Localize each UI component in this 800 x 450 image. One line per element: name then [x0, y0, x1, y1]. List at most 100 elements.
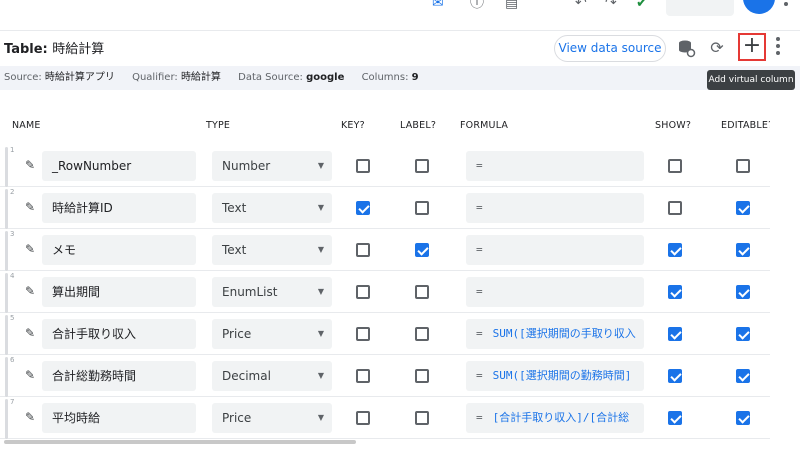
row-drag-handle[interactable] [5, 189, 8, 229]
key-checkbox[interactable] [356, 411, 370, 425]
column-type-select[interactable]: Text ▼ [212, 235, 332, 265]
key-checkbox[interactable] [356, 369, 370, 383]
table-row: 5 ✎ 合計手取り収入 Price ▼ = SUM([選択期間の手取り収入 [0, 313, 770, 355]
row-number: 6 [10, 356, 15, 364]
edit-pencil-icon[interactable]: ✎ [25, 284, 39, 298]
label-checkbox[interactable] [415, 411, 429, 425]
formula-field[interactable]: = [合計手取り収入]/[合計総 [466, 403, 644, 433]
row-drag-handle[interactable] [5, 273, 8, 313]
table-info-bar: Source: 時給計算アプリ Qualifier: 時給計算 Data Sou… [0, 66, 800, 90]
row-drag-handle[interactable] [5, 315, 8, 355]
show-checkbox[interactable] [668, 327, 682, 341]
show-checkbox[interactable] [668, 369, 682, 383]
row-number: 7 [10, 398, 15, 406]
editable-checkbox[interactable] [736, 285, 750, 299]
formula-field[interactable]: = [466, 277, 644, 307]
undo-icon[interactable]: ↶ [575, 0, 591, 10]
column-type-select[interactable]: Price ▼ [212, 403, 332, 433]
key-checkbox[interactable] [356, 285, 370, 299]
horizontal-scrollbar[interactable] [4, 440, 356, 444]
show-checkbox[interactable] [668, 411, 682, 425]
formula-field[interactable]: = [466, 151, 644, 181]
redo-icon[interactable]: ↷ [605, 0, 621, 10]
key-checkbox[interactable] [356, 201, 370, 215]
column-header-editable: EDITABLE? [721, 120, 770, 131]
check-icon[interactable]: ✔ [636, 0, 652, 10]
formula-equals: = [476, 285, 483, 298]
column-header-show: SHOW? [655, 120, 692, 131]
column-name-field[interactable]: 平均時給 [42, 403, 196, 433]
edit-pencil-icon[interactable]: ✎ [25, 242, 39, 256]
columns-value: 9 [411, 72, 419, 83]
key-checkbox[interactable] [356, 159, 370, 173]
edit-pencil-icon[interactable]: ✎ [25, 326, 39, 340]
title-table-name: 時給計算 [52, 42, 105, 57]
row-drag-handle[interactable] [5, 231, 8, 271]
column-type-select[interactable]: Price ▼ [212, 319, 332, 349]
qualifier-value: 時給計算 [180, 72, 221, 83]
row-number: 1 [10, 146, 15, 154]
editable-checkbox[interactable] [736, 411, 750, 425]
formula-field[interactable]: = SUM([選択期間の勤務時間] [466, 361, 644, 391]
row-drag-handle[interactable] [5, 147, 8, 187]
label-checkbox[interactable] [415, 327, 429, 341]
row-number: 3 [10, 230, 15, 238]
formula-field[interactable]: = [466, 193, 644, 223]
column-name-field[interactable]: 時給計算ID [42, 193, 196, 223]
editable-checkbox[interactable] [736, 369, 750, 383]
edit-pencil-icon[interactable]: ✎ [25, 410, 39, 424]
database-settings-icon[interactable] [676, 38, 696, 58]
columns-label: Columns: [361, 72, 409, 83]
editable-checkbox[interactable] [736, 159, 750, 173]
bell-off-icon[interactable]: ⌒ [540, 0, 556, 10]
row-drag-handle[interactable] [5, 357, 8, 397]
label-checkbox[interactable] [415, 369, 429, 383]
key-checkbox[interactable] [356, 327, 370, 341]
column-name-field[interactable]: メモ [42, 235, 196, 265]
column-type-select[interactable]: EnumList ▼ [212, 277, 332, 307]
row-drag-handle[interactable] [5, 399, 8, 439]
label-checkbox[interactable] [415, 285, 429, 299]
formula-equals: = [476, 411, 483, 424]
show-checkbox[interactable] [668, 159, 682, 173]
dropdown-arrow-icon: ▼ [317, 287, 324, 296]
column-type-select[interactable]: Text ▼ [212, 193, 332, 223]
row-number: 2 [10, 188, 15, 196]
column-name-field[interactable]: 算出期間 [42, 277, 196, 307]
view-data-source-button[interactable]: View data source [554, 35, 666, 62]
column-type-select[interactable]: Number ▼ [212, 151, 332, 181]
row-number: 5 [10, 314, 15, 322]
label-checkbox[interactable] [415, 243, 429, 257]
info-icon[interactable]: ⓘ [470, 0, 486, 10]
column-type-select[interactable]: Decimal ▼ [212, 361, 332, 391]
editable-checkbox[interactable] [736, 201, 750, 215]
column-name-field[interactable]: 合計総勤務時間 [42, 361, 196, 391]
source-label: Source: [4, 72, 42, 83]
show-checkbox[interactable] [668, 285, 682, 299]
label-checkbox[interactable] [415, 159, 429, 173]
edit-pencil-icon[interactable]: ✎ [25, 158, 39, 172]
edit-pencil-icon[interactable]: ✎ [25, 200, 39, 214]
more-options-icon[interactable] [774, 37, 782, 57]
edit-pencil-icon[interactable]: ✎ [25, 368, 39, 382]
formula-field[interactable]: = SUM([選択期間の手取り収入 [466, 319, 644, 349]
key-checkbox[interactable] [356, 243, 370, 257]
table-row: 6 ✎ 合計総勤務時間 Decimal ▼ = SUM([選択期間の勤務時間] [0, 355, 770, 397]
formula-text: SUM([選択期間の手取り収入 [492, 327, 636, 340]
fab-button[interactable] [743, 0, 775, 14]
book-icon[interactable]: ▤ [505, 0, 521, 10]
save-button[interactable] [666, 0, 734, 16]
add-virtual-column-button[interactable]: + [738, 33, 766, 61]
show-checkbox[interactable] [668, 201, 682, 215]
label-checkbox[interactable] [415, 201, 429, 215]
dropdown-arrow-icon: ▼ [317, 161, 324, 170]
show-checkbox[interactable] [668, 243, 682, 257]
column-name-field[interactable]: _RowNumber [42, 151, 196, 181]
formula-field[interactable]: = [466, 235, 644, 265]
column-name-field[interactable]: 合計手取り収入 [42, 319, 196, 349]
editable-checkbox[interactable] [736, 327, 750, 341]
gmail-icon[interactable]: ✉ [432, 0, 448, 10]
table-row: 1 ✎ _RowNumber Number ▼ = [0, 145, 770, 187]
refresh-icon[interactable]: ⟳ [707, 38, 727, 58]
editable-checkbox[interactable] [736, 243, 750, 257]
